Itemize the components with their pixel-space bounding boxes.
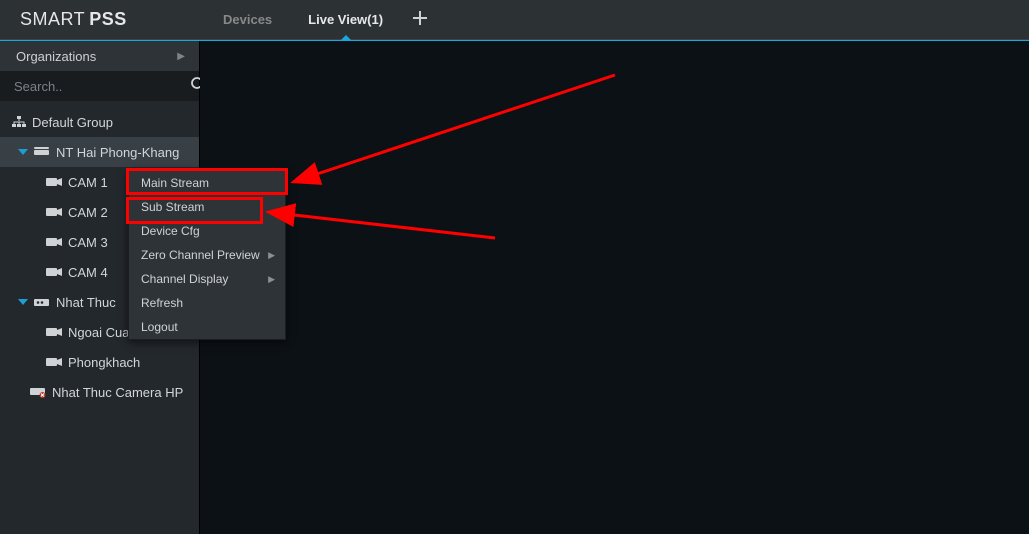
- tree-label: Phongkhach: [68, 355, 140, 370]
- camera-icon: [46, 267, 62, 277]
- ctx-label: Logout: [141, 320, 178, 334]
- tab-label: Devices: [223, 12, 272, 27]
- device-icon: [34, 147, 50, 157]
- context-menu: Main Stream Sub Stream Device Cfg Zero C…: [128, 170, 286, 340]
- tree-label: CAM 1: [68, 175, 108, 190]
- tree-root[interactable]: Default Group: [0, 107, 199, 137]
- camera-icon: [46, 357, 62, 367]
- ctx-label: Device Cfg: [141, 224, 200, 238]
- ctx-label: Refresh: [141, 296, 183, 310]
- tree-label: Nhat Thuc: [56, 295, 116, 310]
- top-bar: SMART PSS Devices Live View(1): [0, 0, 1029, 40]
- tab-bar: Devices Live View(1): [205, 0, 439, 39]
- camera-icon: [46, 207, 62, 217]
- expand-icon: [18, 299, 28, 305]
- plus-icon: [413, 8, 427, 31]
- expand-icon: [18, 149, 28, 155]
- ctx-sub-stream[interactable]: Sub Stream: [129, 195, 285, 219]
- ctx-label: Channel Display: [141, 272, 228, 286]
- device-icon: [34, 297, 50, 307]
- tree-node-camera[interactable]: Phongkhach: [0, 347, 199, 377]
- app-logo: SMART PSS: [0, 9, 205, 30]
- tree-label: CAM 4: [68, 265, 108, 280]
- tree-node-nvr-offline[interactable]: Nhat Thuc Camera HP: [0, 377, 199, 407]
- ctx-label: Main Stream: [141, 176, 209, 190]
- ctx-main-stream[interactable]: Main Stream: [129, 171, 285, 195]
- ctx-device-cfg[interactable]: Device Cfg: [129, 219, 285, 243]
- tab-label: Live View(1): [308, 12, 383, 27]
- ctx-label: Sub Stream: [141, 200, 204, 214]
- ctx-channel-display[interactable]: Channel Display ▶: [129, 267, 285, 291]
- camera-icon: [46, 177, 62, 187]
- tree-label: Nhat Thuc Camera HP: [52, 385, 183, 400]
- ctx-label: Zero Channel Preview: [141, 248, 260, 262]
- ctx-zero-channel-preview[interactable]: Zero Channel Preview ▶: [129, 243, 285, 267]
- tree-node-nvr[interactable]: NT Hai Phong-Khang: [0, 137, 199, 167]
- search-row: [0, 71, 199, 101]
- organizations-label: Organizations: [16, 49, 96, 64]
- add-tab-button[interactable]: [401, 0, 439, 39]
- tree-label: CAM 2: [68, 205, 108, 220]
- logo-text-2: PSS: [89, 9, 127, 30]
- tab-live-view[interactable]: Live View(1): [290, 0, 401, 39]
- sitemap-icon: [12, 116, 26, 128]
- organizations-header[interactable]: Organizations ▶: [0, 41, 199, 71]
- chevron-right-icon: ▶: [268, 250, 275, 261]
- camera-icon: [46, 237, 62, 247]
- tab-devices[interactable]: Devices: [205, 0, 290, 39]
- ctx-refresh[interactable]: Refresh: [129, 291, 285, 315]
- tree-label: NT Hai Phong-Khang: [56, 145, 179, 160]
- search-input[interactable]: [14, 79, 190, 94]
- tree-label: Default Group: [32, 115, 113, 130]
- camera-icon: [46, 327, 62, 337]
- chevron-right-icon: ▶: [177, 51, 185, 62]
- tree-label: CAM 3: [68, 235, 108, 250]
- device-offline-icon: [30, 386, 46, 398]
- logo-text-1: SMART: [20, 9, 85, 30]
- ctx-logout[interactable]: Logout: [129, 315, 285, 339]
- chevron-right-icon: ▶: [268, 274, 275, 285]
- video-view-area[interactable]: [200, 41, 1029, 534]
